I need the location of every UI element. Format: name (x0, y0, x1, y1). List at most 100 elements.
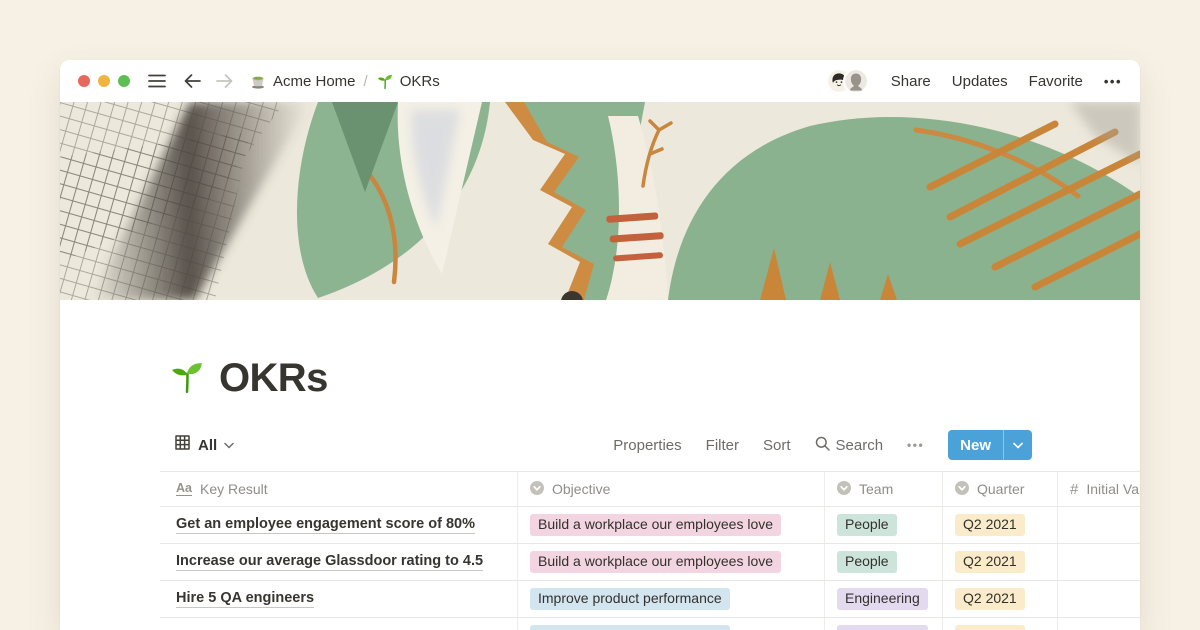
page-title-row: OKRs (160, 354, 1140, 402)
quarter-cell[interactable]: Q2 2021 (943, 544, 1058, 580)
updates-button[interactable]: Updates (952, 73, 1008, 90)
column-header-initial-value[interactable]: # Initial Value (1058, 472, 1140, 506)
team-cell[interactable]: Engineering (825, 581, 943, 617)
team-tag[interactable]: People (837, 551, 897, 574)
objective-cell[interactable]: Improve product performance (518, 618, 825, 630)
new-button[interactable]: New (948, 430, 1032, 460)
table-row: Improve product performance Engineering … (160, 618, 1140, 630)
initial-value-cell[interactable] (1058, 544, 1140, 580)
column-header-quarter[interactable]: Quarter (943, 472, 1058, 506)
collaborator-avatars (826, 68, 869, 94)
quarter-cell[interactable]: Q2 2021 (943, 581, 1058, 617)
forward-arrow-icon[interactable] (216, 74, 233, 88)
initial-value-cell[interactable] (1058, 581, 1140, 617)
team-cell[interactable]: People (825, 507, 943, 543)
teacup-icon (249, 72, 267, 90)
breadcrumb: Acme Home / OKRs (249, 72, 440, 90)
quarter-cell[interactable]: Q2 2021 (943, 507, 1058, 543)
team-tag[interactable]: Engineering (837, 588, 928, 611)
traffic-lights (78, 75, 130, 87)
column-header-team[interactable]: Team (825, 472, 943, 506)
seedling-icon[interactable] (168, 357, 206, 400)
minimize-window-icon[interactable] (98, 75, 110, 87)
column-label: Initial Value (1086, 481, 1140, 497)
key-result-cell[interactable]: Increase our average Glassdoor rating to… (160, 544, 518, 580)
history-nav (184, 74, 233, 88)
key-result-link[interactable]: Hire 5 QA engineers (176, 590, 314, 608)
new-button-label[interactable]: New (948, 430, 1003, 460)
column-header-key-result[interactable]: Aa Key Result (160, 472, 518, 506)
select-property-icon (530, 481, 544, 498)
quarter-tag[interactable]: Q2 2021 (955, 588, 1025, 611)
table-header-row: Aa Key Result Objective Team (160, 472, 1140, 507)
search-label: Search (836, 437, 884, 454)
sort-button[interactable]: Sort (763, 437, 791, 454)
filter-button[interactable]: Filter (706, 437, 739, 454)
objective-tag[interactable]: Build a workplace our employees love (530, 514, 781, 537)
table-row: Increase our average Glassdoor rating to… (160, 544, 1140, 581)
key-result-cell[interactable]: Hire 5 QA engineers (160, 581, 518, 617)
table-row: Hire 5 QA engineers Improve product perf… (160, 581, 1140, 618)
team-cell[interactable]: Engineering (825, 618, 943, 630)
search-button[interactable]: Search (815, 436, 884, 455)
initial-value-cell[interactable] (1058, 507, 1140, 543)
key-result-link[interactable]: Increase our average Glassdoor rating to… (176, 553, 483, 571)
objective-cell[interactable]: Build a workplace our employees love (518, 544, 825, 580)
topbar-actions: Share Updates Favorite ••• (826, 68, 1122, 94)
avatar-user-2[interactable] (843, 68, 869, 94)
toolbar-more-icon[interactable]: ••• (907, 438, 924, 452)
seedling-icon (376, 72, 394, 90)
app-window: Acme Home / OKRs (60, 60, 1140, 630)
favorite-button[interactable]: Favorite (1029, 73, 1083, 90)
key-result-link[interactable]: Get an employee engagement score of 80% (176, 516, 475, 534)
more-options-icon[interactable]: ••• (1104, 74, 1122, 89)
sidebar-menu-icon[interactable] (148, 74, 166, 88)
select-property-icon (955, 481, 969, 498)
quarter-tag[interactable]: Q2 2021 (955, 551, 1025, 574)
column-label: Team (859, 481, 893, 497)
breadcrumb-page-label: OKRs (400, 73, 440, 90)
toolbar-actions: Properties Filter Sort Search ••• New (613, 430, 1032, 460)
table-view-icon (174, 434, 191, 456)
properties-button[interactable]: Properties (613, 437, 681, 454)
breadcrumb-home-label: Acme Home (273, 73, 356, 90)
column-label: Objective (552, 481, 610, 497)
zoom-window-icon[interactable] (118, 75, 130, 87)
column-label: Key Result (200, 481, 268, 497)
key-result-cell[interactable] (160, 618, 518, 630)
objective-cell[interactable]: Improve product performance (518, 581, 825, 617)
share-button[interactable]: Share (891, 73, 931, 90)
team-tag[interactable]: People (837, 514, 897, 537)
back-arrow-icon[interactable] (184, 74, 201, 88)
objective-cell[interactable]: Build a workplace our employees love (518, 507, 825, 543)
breadcrumb-item-home[interactable]: Acme Home (249, 72, 356, 90)
team-tag[interactable]: Engineering (837, 625, 928, 630)
breadcrumb-item-okrs[interactable]: OKRs (376, 72, 440, 90)
team-cell[interactable]: People (825, 544, 943, 580)
breadcrumb-separator: / (364, 73, 368, 90)
page-title[interactable]: OKRs (219, 356, 328, 401)
view-label: All (198, 437, 217, 454)
quarter-tag[interactable]: Q2 2021 (955, 514, 1025, 537)
objective-tag[interactable]: Improve product performance (530, 588, 730, 611)
initial-value-cell[interactable] (1058, 618, 1140, 630)
objective-tag[interactable]: Improve product performance (530, 625, 730, 630)
key-result-cell[interactable]: Get an employee engagement score of 80% (160, 507, 518, 543)
column-header-objective[interactable]: Objective (518, 472, 825, 506)
number-property-icon: # (1070, 481, 1078, 498)
close-window-icon[interactable] (78, 75, 90, 87)
page-cover-image[interactable] (60, 102, 1140, 300)
new-button-chevron-icon[interactable] (1004, 430, 1032, 460)
table-row: Get an employee engagement score of 80% … (160, 507, 1140, 544)
objective-tag[interactable]: Build a workplace our employees love (530, 551, 781, 574)
page-background: { "colors": { "accent_blue": "#4BA2D9", … (0, 0, 1200, 630)
column-label: Quarter (977, 481, 1024, 497)
database-toolbar: All Properties Filter Sort Search ••• Ne… (160, 428, 1140, 462)
view-switcher[interactable]: All (160, 434, 234, 456)
okr-table: Aa Key Result Objective Team (160, 471, 1140, 630)
quarter-tag[interactable]: Q2 2021 (955, 625, 1025, 630)
search-icon (815, 436, 830, 455)
window-topbar: Acme Home / OKRs (60, 60, 1140, 102)
quarter-cell[interactable]: Q2 2021 (943, 618, 1058, 630)
page-content: OKRs All Properties Filter Sort (60, 354, 1140, 630)
